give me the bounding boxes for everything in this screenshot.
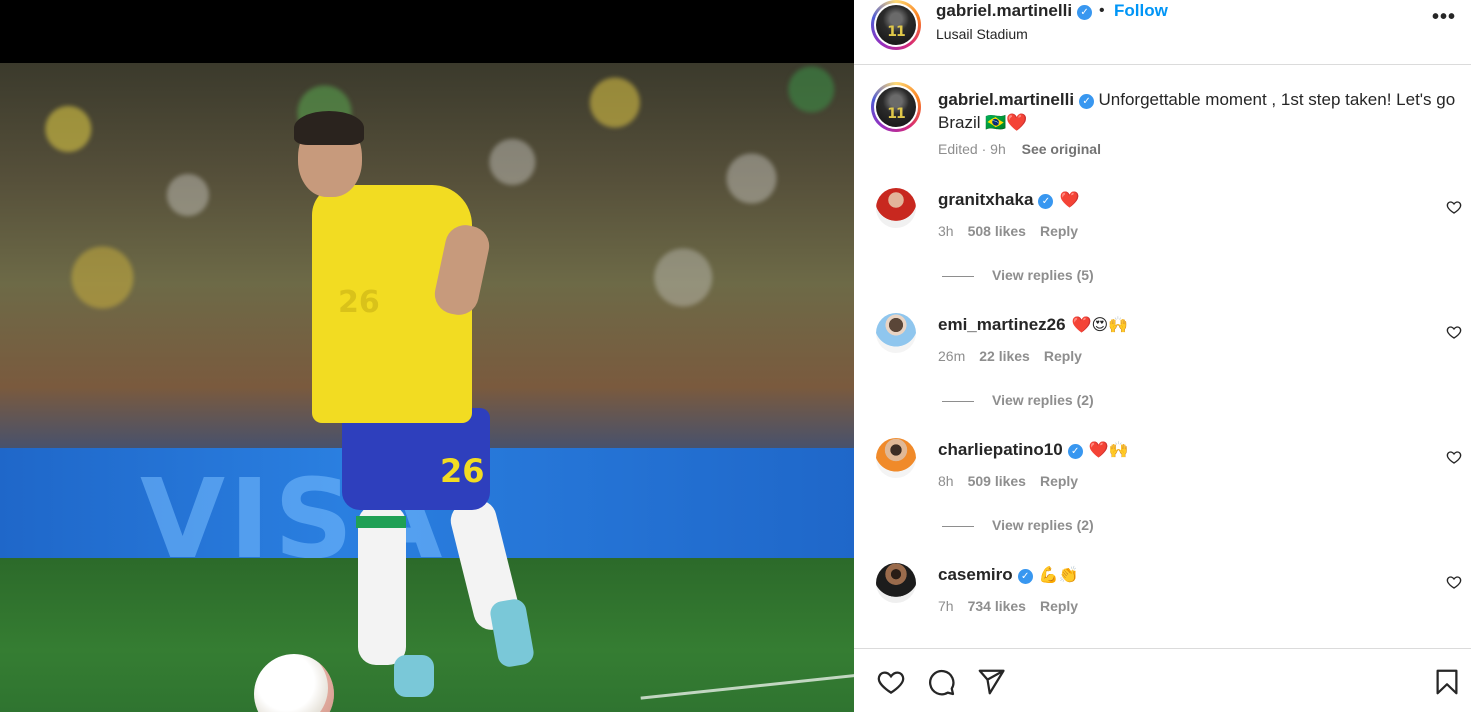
comment-time[interactable]: 26m <box>938 348 965 364</box>
author-avatar[interactable]: 11 <box>871 0 921 50</box>
caption-meta: Edited · 9h See original <box>938 141 1101 157</box>
caption-avatar[interactable]: 11 <box>871 82 921 132</box>
comment-like-heart-icon[interactable] <box>1446 574 1462 590</box>
player-hair <box>294 111 364 145</box>
comment-like-heart-icon[interactable] <box>1446 324 1462 340</box>
comment-username[interactable]: casemiro ✓ 💪👏 <box>938 565 1079 585</box>
reply-button[interactable]: Reply <box>1044 348 1082 364</box>
comment-text: ❤️ <box>1059 190 1080 209</box>
shirt-number: 26 <box>338 285 380 320</box>
shorts-number: 26 <box>440 452 485 490</box>
more-horizontal-icon[interactable]: ••• <box>1432 6 1456 29</box>
comment-time[interactable]: 7h <box>938 598 954 614</box>
follow-button[interactable]: Follow <box>1114 1 1168 21</box>
caption-dot: · <box>981 141 987 157</box>
reply-button[interactable]: Reply <box>1040 473 1078 489</box>
comment-text: ❤️😍🙌 <box>1071 315 1129 334</box>
comment-meta: 8h 509 likes Reply <box>938 473 1078 489</box>
view-replies-button[interactable]: View replies (2) <box>942 392 1094 408</box>
caption-username[interactable]: gabriel.martinelli <box>938 90 1074 109</box>
player-sock-band <box>356 516 406 528</box>
caption: gabriel.martinelli ✓ Unforgettable moment… <box>938 89 1458 135</box>
author-username[interactable]: gabriel.martinelli ✓ <box>936 1 1093 21</box>
verified-badge-icon: ✓ <box>1077 5 1093 20</box>
comment-time[interactable]: 3h <box>938 223 954 239</box>
send-icon[interactable] <box>976 667 1006 697</box>
comment-avatar[interactable] <box>876 438 916 478</box>
edited-label: Edited <box>938 141 978 157</box>
comment-avatar[interactable] <box>876 563 916 603</box>
comment-username[interactable]: charliepatino10 ✓ ❤️🙌 <box>938 440 1129 460</box>
comment-likes[interactable]: 22 likes <box>979 348 1030 364</box>
comment-avatar[interactable] <box>876 313 916 353</box>
comment-like-heart-icon[interactable] <box>1446 199 1462 215</box>
comment-username[interactable]: emi_martinez26 ❤️😍🙌 <box>938 315 1128 335</box>
comment-likes[interactable]: 508 likes <box>968 223 1026 239</box>
comment-text: ❤️🙌 <box>1088 440 1129 459</box>
post-header: 11 gabriel.martinelli ✓ • Follow Lusail S… <box>854 0 1471 65</box>
comment-like-heart-icon[interactable] <box>1446 449 1462 465</box>
location-link[interactable]: Lusail Stadium <box>936 26 1028 42</box>
verified-badge-icon: ✓ <box>1017 569 1033 584</box>
comment-text: 💪👏 <box>1038 565 1079 584</box>
post-side-panel: 11 gabriel.martinelli ✓ • Follow Lusail S… <box>854 0 1471 712</box>
see-original-link[interactable]: See original <box>1022 141 1101 157</box>
verified-badge-icon: ✓ <box>1067 444 1083 459</box>
player-left-boot <box>394 655 434 697</box>
post-actions-bar <box>854 648 1471 713</box>
comment-icon[interactable] <box>926 667 956 697</box>
verified-badge-icon: ✓ <box>1038 194 1054 209</box>
header-separator: • <box>1099 2 1105 19</box>
avatar-jersey-number: 11 <box>887 24 906 40</box>
caption-avatar-number: 11 <box>887 106 906 122</box>
comment-likes[interactable]: 734 likes <box>968 598 1026 614</box>
comment-time[interactable]: 8h <box>938 473 954 489</box>
comment-meta: 7h 734 likes Reply <box>938 598 1078 614</box>
comment-username[interactable]: granitxhaka ✓ ❤️ <box>938 190 1079 210</box>
player-left-leg <box>358 505 406 665</box>
view-replies-button[interactable]: View replies (5) <box>942 267 1094 283</box>
view-replies-button[interactable]: View replies (2) <box>942 517 1094 533</box>
bookmark-icon[interactable] <box>1432 667 1462 697</box>
comment-meta: 26m 22 likes Reply <box>938 348 1082 364</box>
comment-meta: 3h 508 likes Reply <box>938 223 1078 239</box>
author-username-text: gabriel.martinelli <box>936 1 1073 20</box>
comment-avatar[interactable] <box>876 188 916 228</box>
caption-time[interactable]: 9h <box>990 141 1006 157</box>
heart-icon[interactable] <box>876 667 906 697</box>
verified-badge-icon: ✓ <box>1079 94 1095 109</box>
reply-button[interactable]: Reply <box>1040 223 1078 239</box>
reply-button[interactable]: Reply <box>1040 598 1078 614</box>
comment-likes[interactable]: 509 likes <box>968 473 1026 489</box>
post-media[interactable]: VISA 26 26 <box>0 0 854 712</box>
